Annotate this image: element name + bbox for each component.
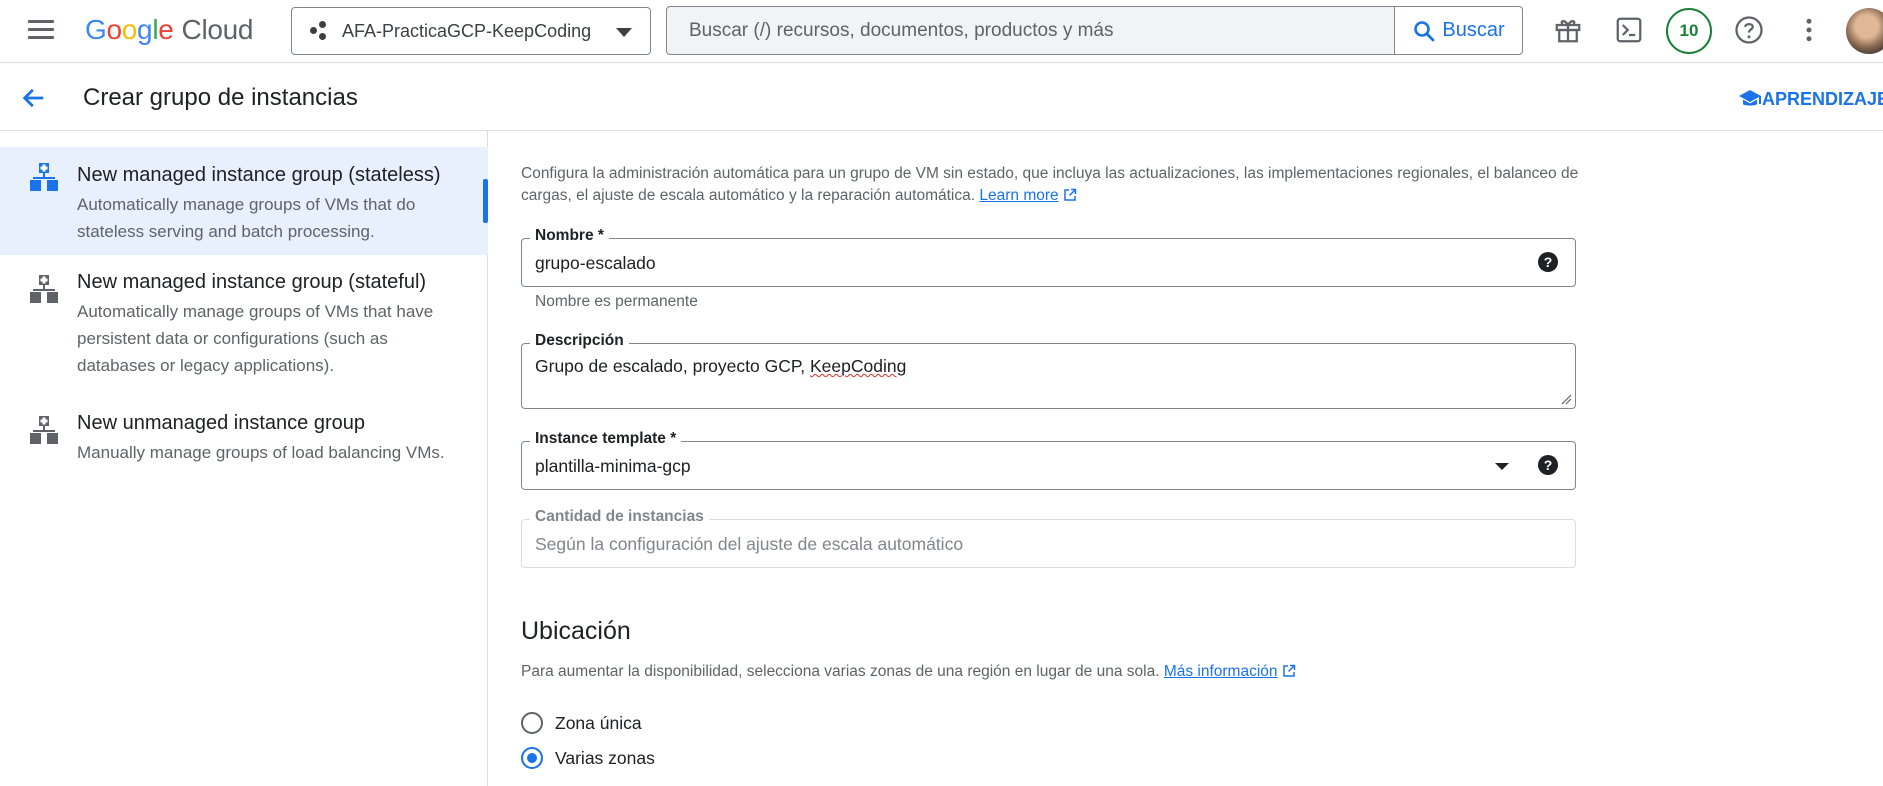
page-header: Crear grupo de instancias APRENDIZAJE xyxy=(0,64,1883,131)
option-title: New unmanaged instance group xyxy=(77,412,365,434)
location-heading: Ubicación xyxy=(521,617,631,645)
page-title: Crear grupo de instancias xyxy=(83,84,358,111)
name-field-value: grupo-escalado xyxy=(535,253,656,273)
search-button-label: Buscar xyxy=(1442,19,1505,41)
instance-count-value: Según la configuración del ajuste de esc… xyxy=(535,534,964,554)
spellcheck-flagged-word: KeepCoding xyxy=(809,356,907,376)
name-field-label: Nombre * xyxy=(530,227,609,245)
radio-button-selected[interactable] xyxy=(521,747,543,769)
menu-icon[interactable] xyxy=(26,17,56,43)
instance-count-label: Cantidad de instancias xyxy=(530,508,709,526)
top-bar: Google Cloud AFA-PracticaGCP-KeepCoding B… xyxy=(0,0,1883,63)
cloud-shell-icon[interactable] xyxy=(1611,12,1647,48)
option-description: Automatically manage groups of VMs that … xyxy=(77,302,434,375)
description-field-label: Descripción xyxy=(530,332,629,350)
radio-label: Varias zonas xyxy=(555,747,655,768)
dropdown-arrow-icon xyxy=(1495,463,1509,470)
option-title: New managed instance group (stateless) xyxy=(77,164,441,186)
instance-template-label: Instance template * xyxy=(530,430,682,448)
instance-group-icon xyxy=(30,275,58,303)
description-field-value: Grupo de escalado, proyecto GCP, KeepCod… xyxy=(535,356,907,376)
radio-label: Zona única xyxy=(555,712,642,733)
selection-indicator xyxy=(483,179,488,223)
instance-count-field: Cantidad de instancias Según la configur… xyxy=(521,508,1576,568)
help-icon[interactable]: ? xyxy=(1538,455,1558,475)
search-icon xyxy=(1414,20,1435,41)
google-cloud-logo[interactable]: Google Cloud xyxy=(85,14,254,46)
learn-more-link[interactable]: Learn more xyxy=(979,187,1058,204)
instance-group-icon xyxy=(30,163,58,191)
notification-count-badge[interactable]: 10 xyxy=(1666,8,1712,54)
more-vert-icon[interactable] xyxy=(1791,12,1827,48)
gift-icon[interactable] xyxy=(1550,12,1586,48)
option-managed-stateful[interactable]: New managed instance group (stateful) Au… xyxy=(0,271,488,377)
project-name: AFA-PracticaGCP-KeepCoding xyxy=(342,20,592,41)
radio-multiple-zones[interactable]: Varias zonas xyxy=(521,747,655,769)
name-field[interactable]: Nombre * grupo-escalado ? xyxy=(521,227,1576,287)
search-input[interactable] xyxy=(667,7,1394,54)
dropdown-arrow-icon xyxy=(616,28,632,37)
option-managed-stateless[interactable]: New managed instance group (stateless) A… xyxy=(0,147,488,255)
instance-template-value: plantilla-minima-gcp xyxy=(535,456,691,476)
back-arrow-icon[interactable] xyxy=(20,84,48,112)
search-bar: Buscar xyxy=(666,6,1523,55)
help-icon[interactable]: ? xyxy=(1538,252,1558,272)
option-title: New managed instance group (stateful) xyxy=(77,271,427,293)
instance-group-icon xyxy=(30,416,58,444)
option-unmanaged[interactable]: New unmanaged instance group Manually ma… xyxy=(0,412,488,492)
instance-group-type-list: New managed instance group (stateless) A… xyxy=(0,131,488,786)
help-icon[interactable] xyxy=(1731,12,1767,48)
instance-template-select[interactable]: Instance template * plantilla-minima-gcp… xyxy=(521,430,1576,490)
location-description: Para aumentar la disponibilidad, selecci… xyxy=(521,663,1296,681)
learning-button[interactable]: APRENDIZAJE xyxy=(1738,88,1883,110)
resize-handle-icon[interactable] xyxy=(1560,393,1572,405)
project-selector[interactable]: AFA-PracticaGCP-KeepCoding xyxy=(291,7,651,55)
name-field-hint: Nombre es permanente xyxy=(535,293,698,310)
school-icon xyxy=(1739,90,1761,106)
option-description: Manually manage groups of load balancing… xyxy=(77,443,445,462)
external-link-icon xyxy=(1282,664,1295,677)
search-button[interactable]: Buscar xyxy=(1394,7,1522,54)
option-description: Automatically manage groups of VMs that … xyxy=(77,195,416,241)
avatar[interactable] xyxy=(1846,8,1883,54)
more-info-link[interactable]: Más información xyxy=(1164,663,1278,680)
radio-single-zone[interactable]: Zona única xyxy=(521,712,642,734)
project-icon xyxy=(308,19,332,43)
external-link-icon xyxy=(1063,188,1076,201)
intro-text: Configura la administración automática p… xyxy=(521,163,1581,207)
description-field[interactable]: Descripción Grupo de escalado, proyecto … xyxy=(521,332,1576,409)
radio-button[interactable] xyxy=(521,712,543,734)
learning-button-label: APRENDIZAJE xyxy=(1762,88,1883,109)
